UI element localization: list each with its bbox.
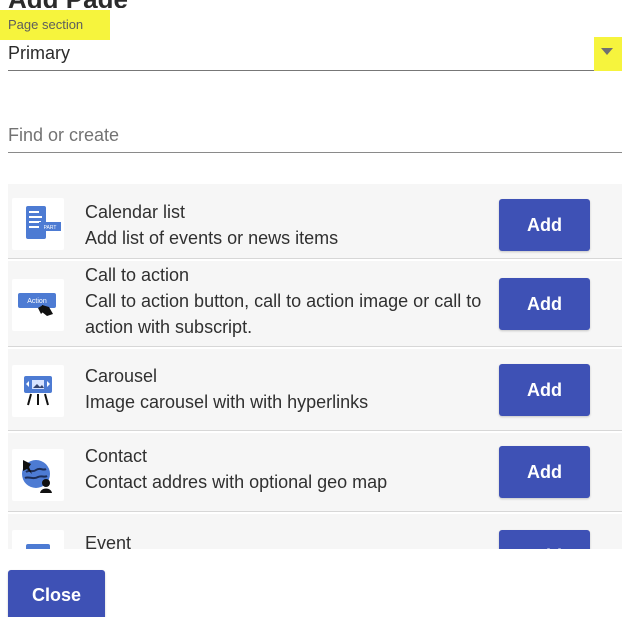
contact-icon (12, 449, 64, 501)
list-item-event: Event Add (8, 514, 622, 549)
event-icon (12, 530, 64, 549)
chevron-down-icon[interactable] (601, 48, 613, 55)
list-item-text: Contact Contact addres with optional geo… (85, 443, 485, 495)
add-segment-dialog: Add Page Segment Page section Primary PA… (0, 0, 622, 617)
list-item-calendar-list: PART Calendar list Add list of events or… (8, 184, 622, 259)
list-item-title: Carousel (85, 366, 158, 386)
list-item-title: Calendar list (85, 202, 186, 222)
page-section-label: Page section (8, 17, 84, 32)
add-call-to-action-button[interactable]: Add (499, 278, 590, 330)
list-item-description: Contact addres with optional geo map (85, 472, 388, 492)
add-event-button[interactable]: Add (499, 530, 590, 549)
list-item-text: Call to action Call to action button, ca… (85, 262, 485, 340)
add-contact-button[interactable]: Add (499, 446, 590, 498)
list-item-text: Carousel Image carousel with with hyperl… (85, 363, 485, 415)
list-item-title: Event (85, 533, 132, 549)
list-item-text: Event (85, 530, 485, 549)
carousel-icon (12, 365, 64, 417)
list-item-title: Call to action (85, 265, 190, 285)
list-item-title: Contact (85, 446, 148, 466)
page-section-select[interactable]: Primary (8, 43, 70, 64)
list-item-contact: Contact Contact addres with optional geo… (8, 433, 622, 512)
search-input[interactable] (8, 118, 622, 153)
call-to-action-icon-label: Action (27, 298, 47, 305)
add-calendar-list-button[interactable]: Add (499, 199, 590, 251)
list-item-description: Add list of events or news items (85, 228, 339, 248)
call-to-action-icon: Action (12, 279, 64, 331)
page-section-underline (8, 70, 622, 71)
list-item-description: Call to action button, call to action im… (85, 291, 482, 337)
close-button[interactable]: Close (8, 570, 105, 617)
list-item-text: Calendar list Add list of events or news… (85, 199, 485, 251)
list-item-description: Image carousel with with hyperlinks (85, 392, 369, 412)
list-item-carousel: Carousel Image carousel with with hyperl… (8, 349, 622, 431)
calendar-list-icon: PART (12, 198, 64, 250)
list-item-call-to-action: Action Call to action Call to action but… (8, 261, 622, 347)
add-carousel-button[interactable]: Add (499, 364, 590, 416)
dialog-title: Add Page Segment (8, 0, 228, 8)
segment-list[interactable]: PART Calendar list Add list of events or… (8, 177, 622, 549)
svg-text:PART: PART (44, 225, 57, 231)
